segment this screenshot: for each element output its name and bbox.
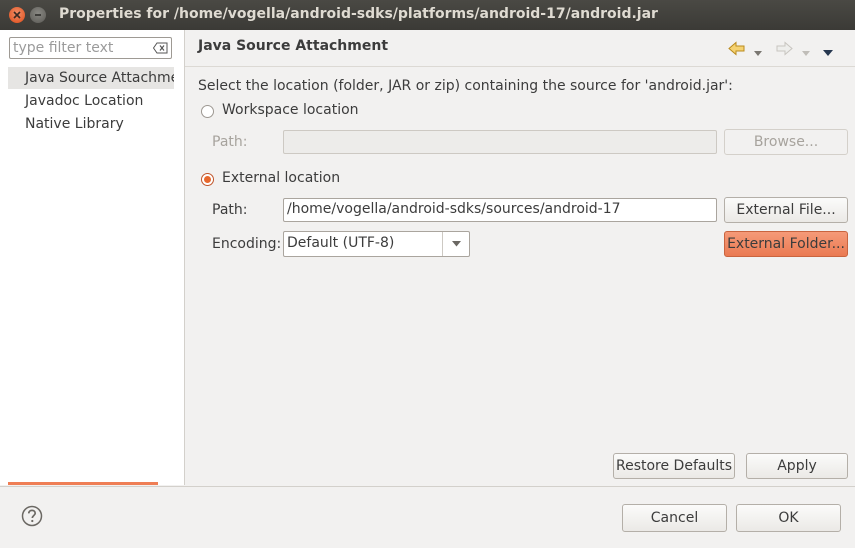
encoding-value: Default (UTF-8) [287,235,395,251]
title-separator [185,66,855,67]
browse-button: Browse... [724,129,848,155]
workspace-location-radio[interactable] [201,105,214,118]
clear-filter-icon[interactable] [152,41,168,55]
cancel-button[interactable]: Cancel [622,504,727,532]
page-navigation [728,41,848,57]
external-location-radio[interactable] [201,173,214,186]
forward-history-dropdown-icon [802,45,810,61]
minimize-icon[interactable] [30,7,46,23]
external-path-input[interactable]: /home/vogella/android-sdks/sources/andro… [283,198,717,222]
external-file-button[interactable]: External File... [724,197,848,223]
dialog-button-bar: Cancel OK [0,486,855,548]
properties-page: Java Source Attachment Select the locati… [185,30,855,485]
view-menu-icon[interactable] [823,45,833,61]
external-path-value: /home/vogella/android-sdks/sources/andro… [287,201,621,217]
forward-arrow-icon [776,41,793,60]
filter-input[interactable] [13,39,149,57]
encoding-select[interactable]: Default (UTF-8) [283,231,470,257]
sidebar-item-native-library[interactable]: Native Library [8,113,174,135]
external-path-label: Path: [212,202,248,218]
chevron-down-icon[interactable] [442,232,469,256]
restore-defaults-button[interactable]: Restore Defaults [613,453,735,479]
filter-box [9,37,172,59]
title-bar: Properties for /home/vogella/android-sdk… [0,0,855,30]
description-text: Select the location (folder, JAR or zip)… [198,78,733,94]
close-icon[interactable] [9,7,25,23]
workspace-location-label[interactable]: Workspace location [222,102,359,118]
help-icon[interactable] [21,505,43,527]
back-arrow-icon[interactable] [728,41,745,60]
back-history-dropdown-icon[interactable] [754,45,762,61]
page-title: Java Source Attachment [198,38,389,54]
sidebar-progress-indicator [8,482,158,485]
sidebar-item-javadoc-location[interactable]: Javadoc Location [8,90,174,112]
workspace-path-label: Path: [212,134,248,150]
external-folder-button[interactable]: External Folder... [724,231,848,257]
sidebar-item-java-source-attachment[interactable]: Java Source Attachme [8,67,174,89]
ok-button[interactable]: OK [736,504,841,532]
sidebar: Java Source Attachme Javadoc Location Na… [0,30,185,485]
apply-button[interactable]: Apply [746,453,848,479]
workspace-path-field [283,130,717,154]
window-title: Properties for /home/vogella/android-sdk… [59,6,658,22]
encoding-label: Encoding: [212,236,282,252]
external-location-label[interactable]: External location [222,170,340,186]
